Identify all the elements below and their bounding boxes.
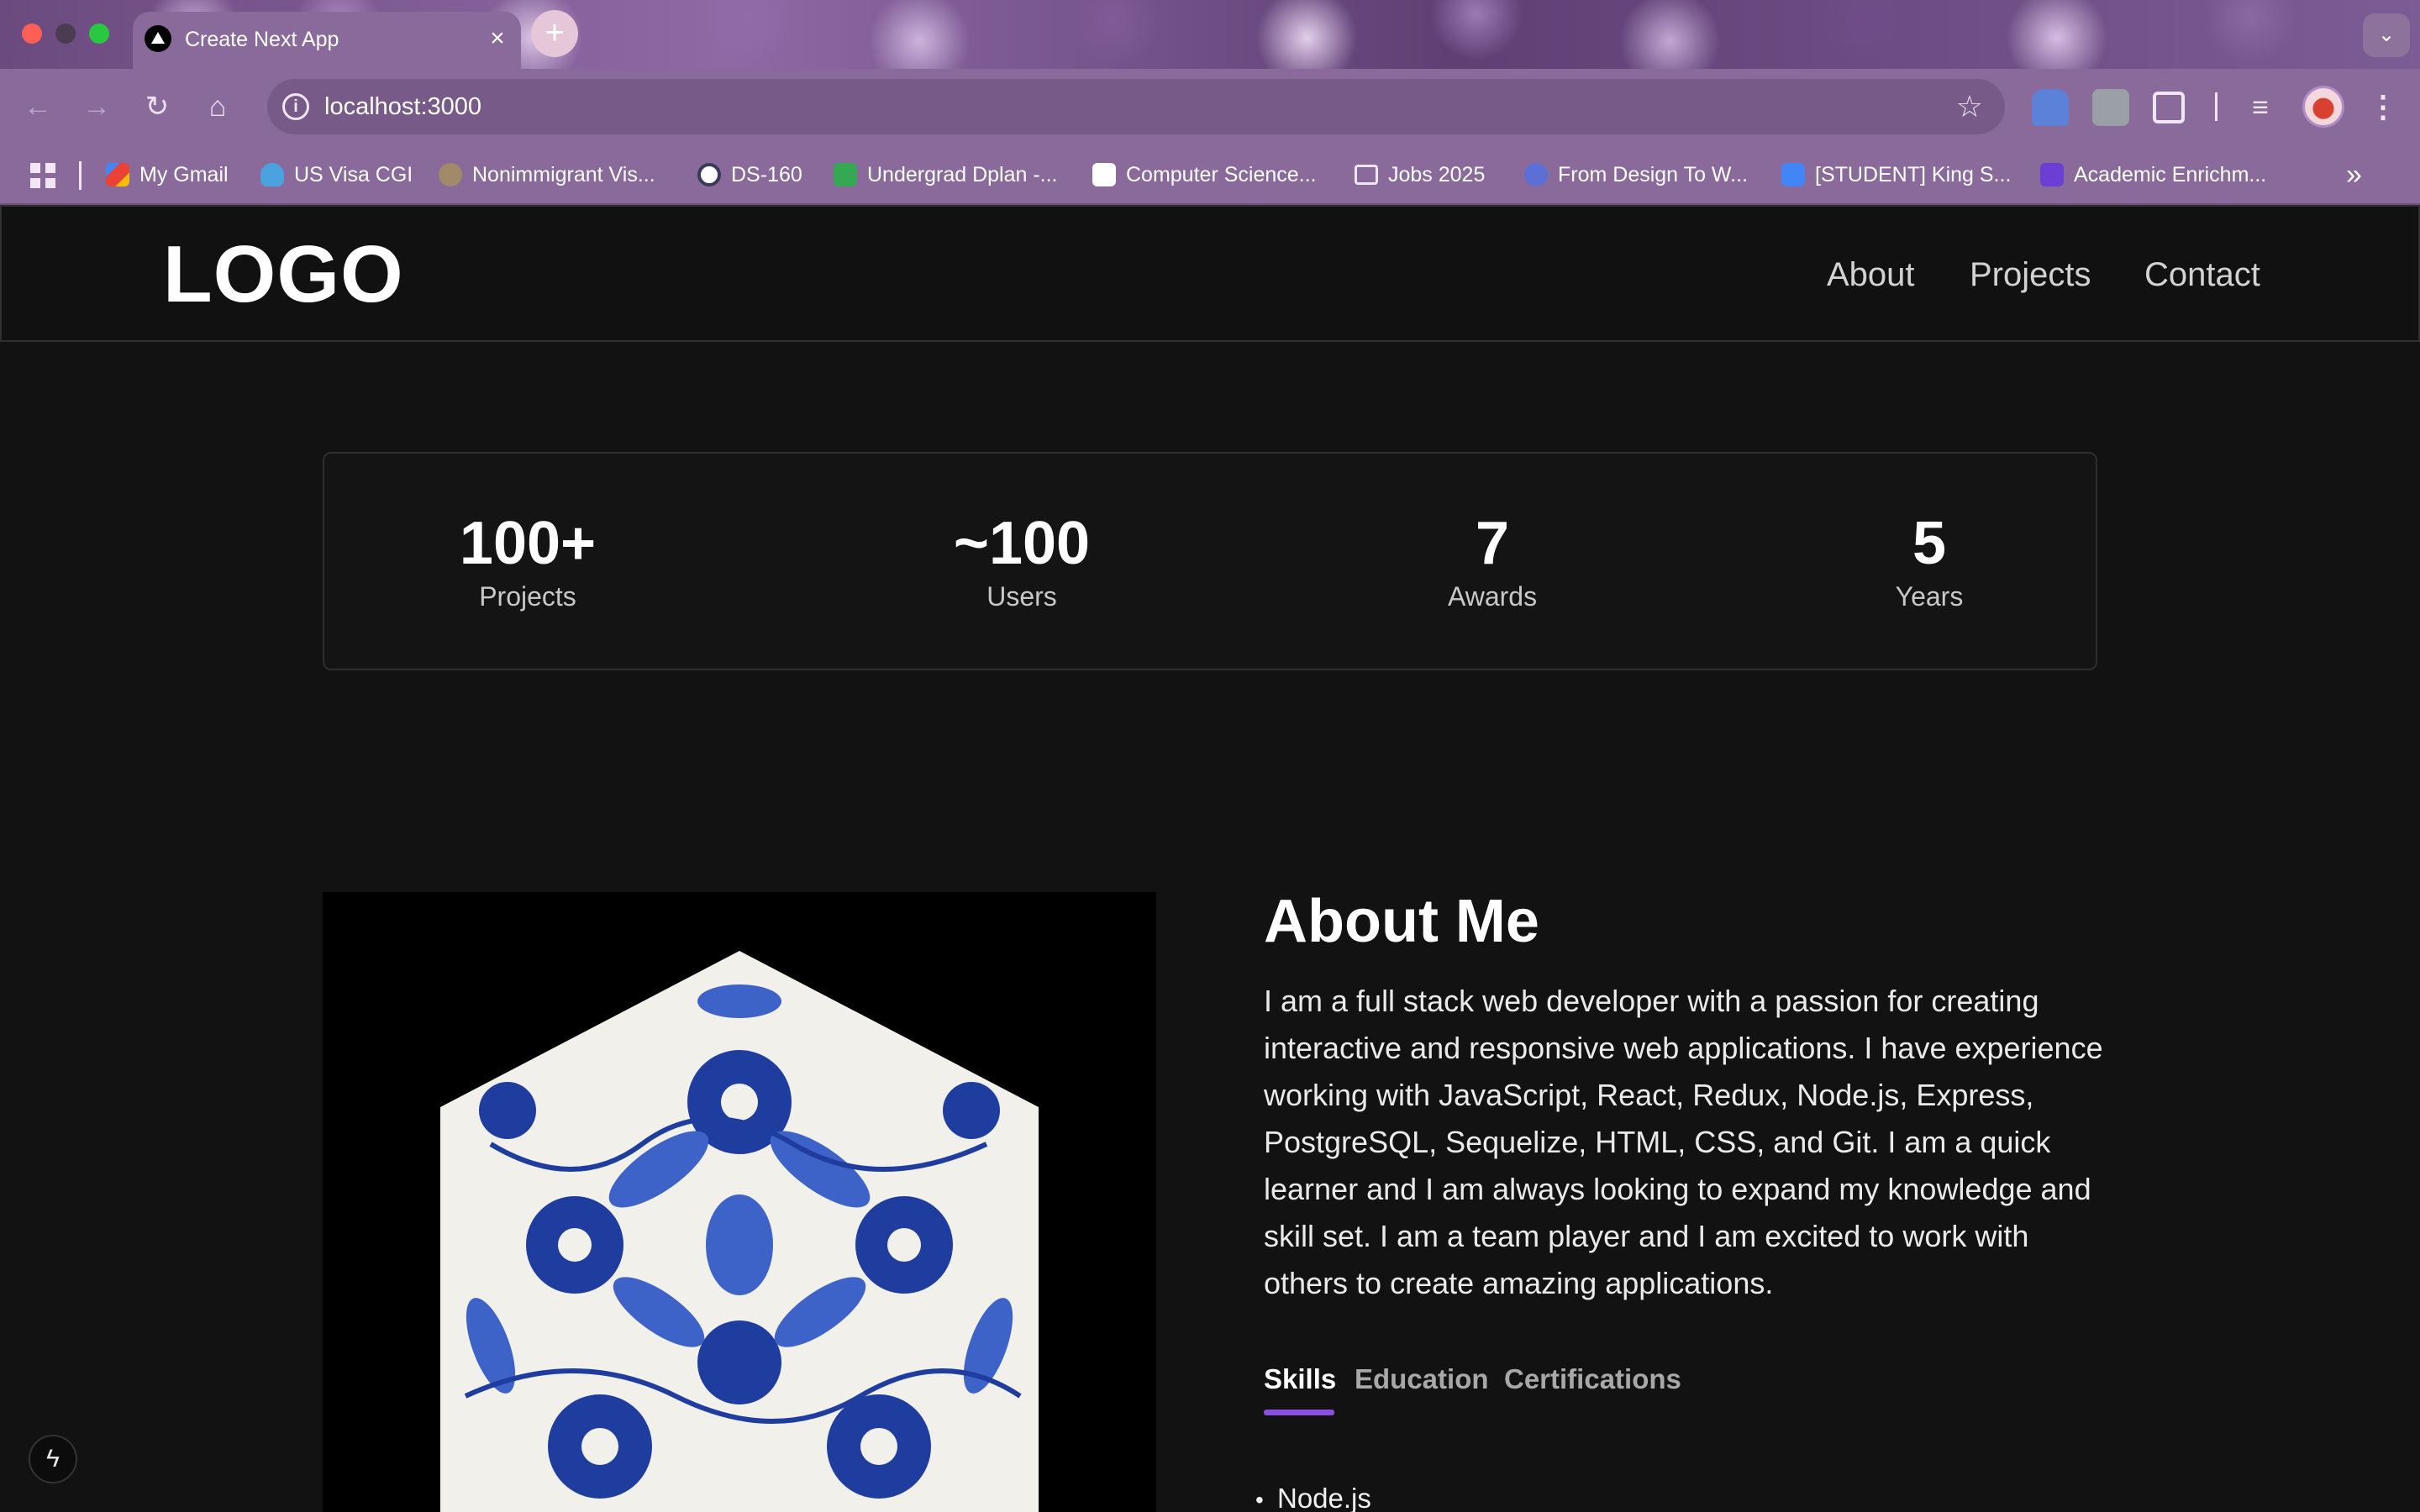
bookmark-label: From Design To W... bbox=[1558, 162, 1748, 186]
list-icon bbox=[2040, 163, 2064, 186]
browser-toolbar: ← → ↻ ⌂ i localhost:3000 ☆ ≡ ⋮ bbox=[0, 69, 2420, 144]
stat-value: 5 bbox=[1912, 510, 1947, 577]
maximize-window-button[interactable] bbox=[89, 24, 109, 44]
bookmark-label: Nonimmigrant Vis... bbox=[472, 162, 655, 186]
bookmark-label: Academic Enrichm... bbox=[2074, 162, 2267, 186]
arrow-left-icon: ← bbox=[24, 91, 52, 123]
home-button[interactable]: ⌂ bbox=[195, 84, 240, 129]
stat-label: Projects bbox=[479, 581, 576, 612]
gmail-icon bbox=[106, 163, 129, 186]
reload-icon: ↻ bbox=[145, 91, 170, 123]
browser-menu-icon[interactable]: ⋮ bbox=[2368, 86, 2398, 128]
extension-cloud-icon[interactable] bbox=[2032, 89, 2069, 126]
extensions-puzzle-icon[interactable] bbox=[2153, 92, 2185, 123]
bookmark-ds-160[interactable]: DS-160 bbox=[697, 160, 802, 190]
address-bar-url[interactable]: localhost:3000 bbox=[324, 91, 481, 123]
nextjs-dev-tools-button[interactable]: ϟ bbox=[29, 1435, 77, 1483]
media-playlist-icon[interactable]: ≡ bbox=[2242, 89, 2279, 126]
bookmarks-bar: My Gmail US Visa CGI Nonimmigrant Vis...… bbox=[0, 144, 2420, 205]
stats-panel: 100+ Projects ~100 Users 7 Awards 5 Year… bbox=[323, 452, 2097, 670]
seal-icon bbox=[439, 163, 462, 186]
stat-value: ~100 bbox=[953, 510, 1091, 577]
chevron-down-icon: ⌄ bbox=[2377, 24, 2396, 46]
stat-label: Awards bbox=[1447, 581, 1538, 612]
tab-certifications[interactable]: Certifications bbox=[1504, 1361, 1681, 1398]
tab-skills[interactable]: Skills bbox=[1264, 1361, 1336, 1398]
bookmark-my-gmail[interactable]: My Gmail bbox=[106, 160, 229, 190]
tab-strip: Create Next App × + ⌄ bbox=[0, 0, 2420, 69]
tab-education[interactable]: Education bbox=[1355, 1361, 1489, 1398]
seal-icon bbox=[697, 163, 721, 186]
about-title: About Me bbox=[1264, 888, 1539, 955]
tab-search-button[interactable]: ⌄ bbox=[2363, 13, 2410, 57]
apps-grid-icon[interactable] bbox=[30, 163, 55, 188]
stat-label: Years bbox=[1895, 581, 1964, 612]
lightning-icon: ϟ bbox=[46, 1445, 60, 1473]
stat-value: 7 bbox=[1475, 510, 1510, 577]
back-button[interactable]: ← bbox=[15, 84, 60, 129]
new-tab-button[interactable]: + bbox=[531, 10, 578, 57]
screen: Create Next App × + ⌄ ← → ↻ ⌂ i localhos… bbox=[0, 0, 2420, 1512]
arrow-right-icon: → bbox=[82, 91, 111, 123]
minimize-window-button[interactable] bbox=[55, 24, 76, 44]
about-paragraph: I am a full stack web developer with a p… bbox=[1264, 984, 2103, 1300]
nav-contact-link[interactable]: Contact bbox=[2144, 254, 2260, 296]
bookmark-computer-science[interactable]: Computer Science... bbox=[1092, 160, 1317, 190]
bookmark-from-design[interactable]: From Design To W... bbox=[1524, 160, 1748, 190]
bookmark-us-visa-cgi[interactable]: US Visa CGI bbox=[260, 160, 413, 190]
close-window-button[interactable] bbox=[22, 24, 42, 44]
nextjs-favicon-icon bbox=[145, 25, 171, 52]
extension-bolt-icon[interactable] bbox=[2092, 89, 2129, 126]
bookmark-label: Computer Science... bbox=[1126, 162, 1317, 186]
stat-projects: 100+ Projects bbox=[402, 509, 654, 613]
bookmark-jobs-2025[interactable]: Jobs 2025 bbox=[1355, 160, 1485, 190]
folder-icon bbox=[1355, 165, 1378, 185]
stat-label: Users bbox=[986, 581, 1057, 612]
list-item: Node.js bbox=[1255, 1478, 1371, 1512]
browser-tab-active[interactable]: Create Next App × bbox=[133, 12, 521, 69]
toolbar-divider bbox=[2215, 92, 2217, 121]
cloud-icon bbox=[260, 163, 284, 186]
close-icon[interactable]: × bbox=[481, 22, 514, 55]
bookmark-label: DS-160 bbox=[731, 162, 802, 186]
about-image-tile bbox=[323, 892, 1156, 1512]
more-bookmarks-icon[interactable]: » bbox=[2346, 160, 2362, 190]
bookmark-label: US Visa CGI bbox=[294, 162, 413, 186]
bookmark-star-icon[interactable]: ☆ bbox=[1956, 89, 1983, 124]
forward-button[interactable]: → bbox=[74, 84, 119, 129]
bookmark-nonimmigrant-visa[interactable]: Nonimmigrant Vis... bbox=[439, 160, 655, 190]
skills-list: Node.js bbox=[1255, 1478, 1371, 1512]
home-icon: ⌂ bbox=[208, 91, 227, 123]
stat-awards: 7 Awards bbox=[1366, 509, 1618, 613]
bookmark-academic-enrichment[interactable]: Academic Enrichm... bbox=[2040, 160, 2266, 190]
plus-icon: + bbox=[544, 14, 565, 51]
stat-users: ~100 Users bbox=[896, 509, 1148, 613]
page-icon bbox=[1092, 163, 1116, 186]
profile-avatar[interactable] bbox=[2302, 86, 2344, 128]
stat-years: 5 Years bbox=[1803, 509, 2055, 613]
tab-title: Create Next App bbox=[185, 28, 339, 51]
bookmarks-divider bbox=[79, 161, 82, 190]
sheets-icon bbox=[834, 163, 857, 186]
nav-about-link[interactable]: About bbox=[1827, 254, 1915, 296]
bookmark-label: Jobs 2025 bbox=[1388, 162, 1486, 186]
nav-projects-link[interactable]: Projects bbox=[1970, 254, 2091, 296]
bookmark-student-king[interactable]: [STUDENT] King S... bbox=[1781, 160, 2011, 190]
site-header: LOGO About Projects Contact bbox=[0, 205, 2420, 342]
bookmark-label: Undergrad Dplan -... bbox=[867, 162, 1058, 186]
docs-icon bbox=[1781, 163, 1805, 186]
bookmark-undergrad-dplan[interactable]: Undergrad Dplan -... bbox=[834, 160, 1058, 190]
stat-value: 100+ bbox=[459, 510, 597, 577]
web-page: LOGO About Projects Contact 100+ Project… bbox=[0, 205, 2420, 1512]
site-info-icon[interactable]: i bbox=[282, 93, 309, 120]
bookmark-label: My Gmail bbox=[139, 162, 229, 186]
site-logo[interactable]: LOGO bbox=[163, 228, 404, 321]
hexagon-tile-illustration bbox=[440, 951, 1039, 1512]
bookmark-label: [STUDENT] King S... bbox=[1815, 162, 2012, 186]
reload-button[interactable]: ↻ bbox=[134, 84, 180, 129]
globe-icon bbox=[1524, 163, 1548, 186]
address-bar[interactable]: i localhost:3000 ☆ bbox=[267, 79, 2005, 134]
active-tab-indicator bbox=[1264, 1410, 1334, 1415]
